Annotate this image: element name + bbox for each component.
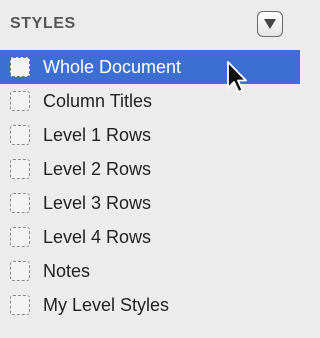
style-swatch-icon (10, 125, 30, 145)
style-swatch-icon (10, 159, 30, 179)
style-item-notes[interactable]: Notes (0, 254, 300, 288)
panel-title: STYLES (10, 15, 76, 32)
styles-panel: STYLES Whole Document Column Titles Leve… (0, 0, 300, 338)
style-item-label: Level 3 Rows (43, 193, 152, 213)
style-item-level-4-rows[interactable]: Level 4 Rows (0, 220, 300, 254)
styles-header: STYLES (0, 0, 300, 50)
style-swatch-icon (10, 227, 30, 247)
style-item-my-level-styles[interactable]: My Level Styles (0, 288, 300, 322)
style-item-column-titles[interactable]: Column Titles (0, 84, 300, 118)
style-item-level-3-rows[interactable]: Level 3 Rows (0, 186, 300, 220)
style-item-level-1-rows[interactable]: Level 1 Rows (0, 118, 300, 152)
style-item-label: My Level Styles (43, 295, 170, 315)
style-item-label: Notes (43, 261, 91, 281)
style-swatch-icon (10, 57, 30, 77)
style-item-label: Column Titles (43, 91, 153, 111)
style-swatch-icon (10, 193, 30, 213)
styles-menu-button[interactable] (257, 11, 283, 37)
style-item-label: Level 2 Rows (43, 159, 152, 179)
style-swatch-icon (10, 91, 30, 111)
style-item-whole-document[interactable]: Whole Document (0, 50, 300, 84)
style-swatch-icon (10, 295, 30, 315)
style-item-label: Level 4 Rows (43, 227, 152, 247)
style-item-label: Level 1 Rows (43, 125, 152, 145)
style-item-level-2-rows[interactable]: Level 2 Rows (0, 152, 300, 186)
style-item-label: Whole Document (43, 57, 182, 77)
triangle-down-icon (264, 19, 276, 29)
style-swatch-icon (10, 261, 30, 281)
styles-list: Whole Document Column Titles Level 1 Row… (0, 50, 300, 322)
